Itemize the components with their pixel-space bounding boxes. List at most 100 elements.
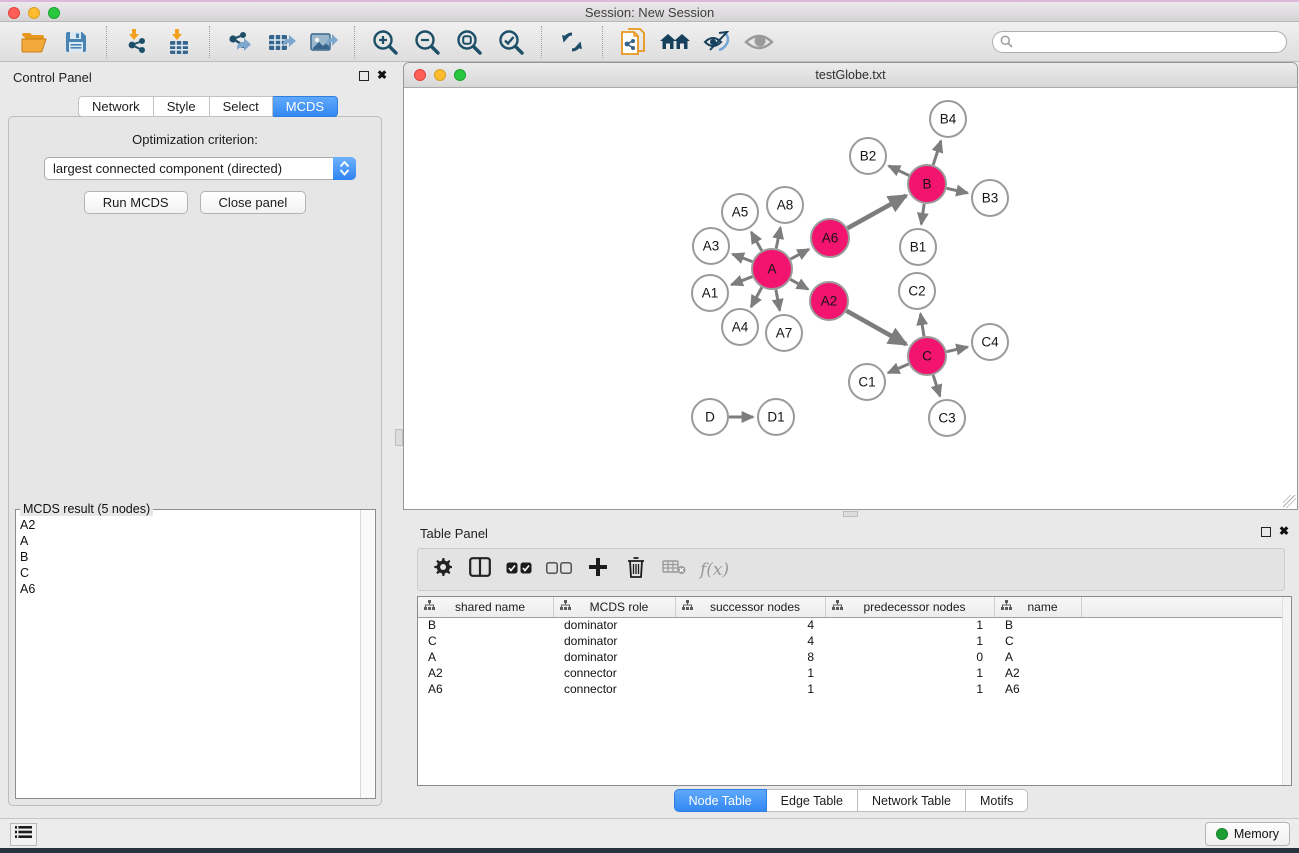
- cell-name[interactable]: B: [995, 618, 1082, 634]
- cell-mcds-role[interactable]: dominator: [554, 618, 676, 634]
- zoom-in-button[interactable]: [367, 26, 403, 58]
- cell-predecessor-nodes[interactable]: 1: [826, 666, 995, 682]
- delete-column-button[interactable]: [624, 556, 648, 584]
- edge-A6-B[interactable]: [847, 196, 906, 229]
- tab-motifs[interactable]: Motifs: [966, 789, 1028, 812]
- graph-node-D[interactable]: D: [692, 399, 728, 435]
- table-settings-button[interactable]: [430, 556, 454, 584]
- edge-A-A2[interactable]: [790, 279, 808, 289]
- close-panel-button[interactable]: Close panel: [200, 191, 307, 214]
- table-row[interactable]: Bdominator41B: [418, 618, 1291, 634]
- edge-C-C3[interactable]: [933, 375, 940, 396]
- export-image-button[interactable]: [306, 26, 342, 58]
- open-session-button[interactable]: [16, 26, 52, 58]
- cell-name[interactable]: C: [995, 634, 1082, 650]
- graph-node-A2[interactable]: A2: [810, 282, 848, 320]
- graph-node-A8[interactable]: A8: [767, 187, 803, 223]
- cell-predecessor-nodes[interactable]: 0: [826, 650, 995, 666]
- graph-node-C[interactable]: C: [908, 337, 946, 375]
- task-history-button[interactable]: [10, 823, 37, 846]
- import-table-button[interactable]: [161, 26, 197, 58]
- table-row[interactable]: Adominator80A: [418, 650, 1291, 666]
- network-graph[interactable]: AA6A2BCA1A3A4A5A7A8B1B2B3B4C1C2C3C4DD1: [404, 88, 1297, 509]
- edge-B-B4[interactable]: [933, 141, 941, 165]
- float-panel-icon[interactable]: [359, 71, 369, 81]
- save-session-button[interactable]: [58, 26, 94, 58]
- memory-button[interactable]: Memory: [1205, 822, 1290, 846]
- edge-C-C1[interactable]: [888, 364, 909, 373]
- mcds-result-scrollbar[interactable]: [360, 510, 375, 798]
- edge-B-B1[interactable]: [921, 204, 924, 224]
- cell-successor-nodes[interactable]: 8: [676, 650, 826, 666]
- criterion-select[interactable]: largest connected component (directed): [44, 157, 356, 180]
- column-header-shared-name[interactable]: shared name: [418, 597, 554, 617]
- table-row[interactable]: A6connector11A6: [418, 682, 1291, 698]
- edge-B-B3[interactable]: [947, 188, 968, 193]
- cell-successor-nodes[interactable]: 1: [676, 682, 826, 698]
- cell-name[interactable]: A2: [995, 666, 1082, 682]
- graph-node-B2[interactable]: B2: [850, 138, 886, 174]
- edge-A-A7[interactable]: [776, 290, 780, 311]
- run-mcds-button[interactable]: Run MCDS: [84, 191, 188, 214]
- mcds-result-item[interactable]: A6: [20, 581, 360, 597]
- tab-network[interactable]: Network: [78, 96, 154, 117]
- export-table-button[interactable]: [264, 26, 300, 58]
- resize-grip-icon[interactable]: [1283, 495, 1296, 508]
- select-all-rows-button[interactable]: [506, 556, 532, 584]
- edge-A-A5[interactable]: [751, 232, 761, 251]
- network-canvas[interactable]: AA6A2BCA1A3A4A5A7A8B1B2B3B4C1C2C3C4DD1: [404, 88, 1297, 509]
- clone-network-button[interactable]: [615, 26, 651, 58]
- float-table-panel-icon[interactable]: [1261, 527, 1271, 537]
- column-header-name[interactable]: name: [995, 597, 1082, 617]
- graph-node-D1[interactable]: D1: [758, 399, 794, 435]
- delete-table-button[interactable]: [662, 556, 686, 584]
- mcds-result-item[interactable]: C: [20, 565, 360, 581]
- close-table-panel-icon[interactable]: ✖: [1279, 524, 1289, 538]
- graph-node-C4[interactable]: C4: [972, 324, 1008, 360]
- mcds-result-item[interactable]: B: [20, 549, 360, 565]
- graph-node-A5[interactable]: A5: [722, 194, 758, 230]
- cell-mcds-role[interactable]: connector: [554, 682, 676, 698]
- edge-C-C4[interactable]: [947, 347, 968, 352]
- cell-mcds-role[interactable]: dominator: [554, 634, 676, 650]
- mcds-result-item[interactable]: A2: [20, 517, 360, 533]
- cell-predecessor-nodes[interactable]: 1: [826, 634, 995, 650]
- zoom-fit-button[interactable]: [451, 26, 487, 58]
- cell-shared-name[interactable]: B: [418, 618, 554, 634]
- cell-successor-nodes[interactable]: 4: [676, 634, 826, 650]
- cell-successor-nodes[interactable]: 4: [676, 618, 826, 634]
- tab-edge-table[interactable]: Edge Table: [767, 789, 858, 812]
- edge-A-A8[interactable]: [776, 228, 780, 249]
- graph-node-B3[interactable]: B3: [972, 180, 1008, 216]
- graph-node-A3[interactable]: A3: [693, 228, 729, 264]
- table-row[interactable]: A2connector11A2: [418, 666, 1291, 682]
- column-header-mcds-role[interactable]: MCDS role: [554, 597, 676, 617]
- table-row[interactable]: Cdominator41C: [418, 634, 1291, 650]
- edge-B-B2[interactable]: [889, 166, 909, 176]
- apply-function-button[interactable]: f(x): [700, 556, 729, 584]
- mcds-result-list[interactable]: A2ABCA6: [16, 513, 360, 798]
- graph-node-B1[interactable]: B1: [900, 229, 936, 265]
- create-column-button[interactable]: [586, 556, 610, 584]
- deselect-all-rows-button[interactable]: [546, 556, 572, 584]
- toggle-columns-button[interactable]: [468, 556, 492, 584]
- graph-node-A4[interactable]: A4: [722, 309, 758, 345]
- cell-name[interactable]: A: [995, 650, 1082, 666]
- edge-A-A3[interactable]: [733, 254, 753, 261]
- graph-node-A7[interactable]: A7: [766, 315, 802, 351]
- export-network-button[interactable]: [222, 26, 258, 58]
- edge-A2-C[interactable]: [846, 311, 906, 344]
- edge-C-C2[interactable]: [920, 314, 923, 337]
- tab-node-table[interactable]: Node Table: [674, 789, 767, 812]
- graph-node-C1[interactable]: C1: [849, 364, 885, 400]
- graph-node-A6[interactable]: A6: [811, 219, 849, 257]
- edge-A-A1[interactable]: [731, 277, 752, 285]
- tab-network-table[interactable]: Network Table: [858, 789, 966, 812]
- cell-predecessor-nodes[interactable]: 1: [826, 618, 995, 634]
- graph-node-C2[interactable]: C2: [899, 273, 935, 309]
- close-panel-icon[interactable]: ✖: [377, 68, 387, 82]
- graph-node-A1[interactable]: A1: [692, 275, 728, 311]
- graph-node-B4[interactable]: B4: [930, 101, 966, 137]
- zoom-out-button[interactable]: [409, 26, 445, 58]
- cell-predecessor-nodes[interactable]: 1: [826, 682, 995, 698]
